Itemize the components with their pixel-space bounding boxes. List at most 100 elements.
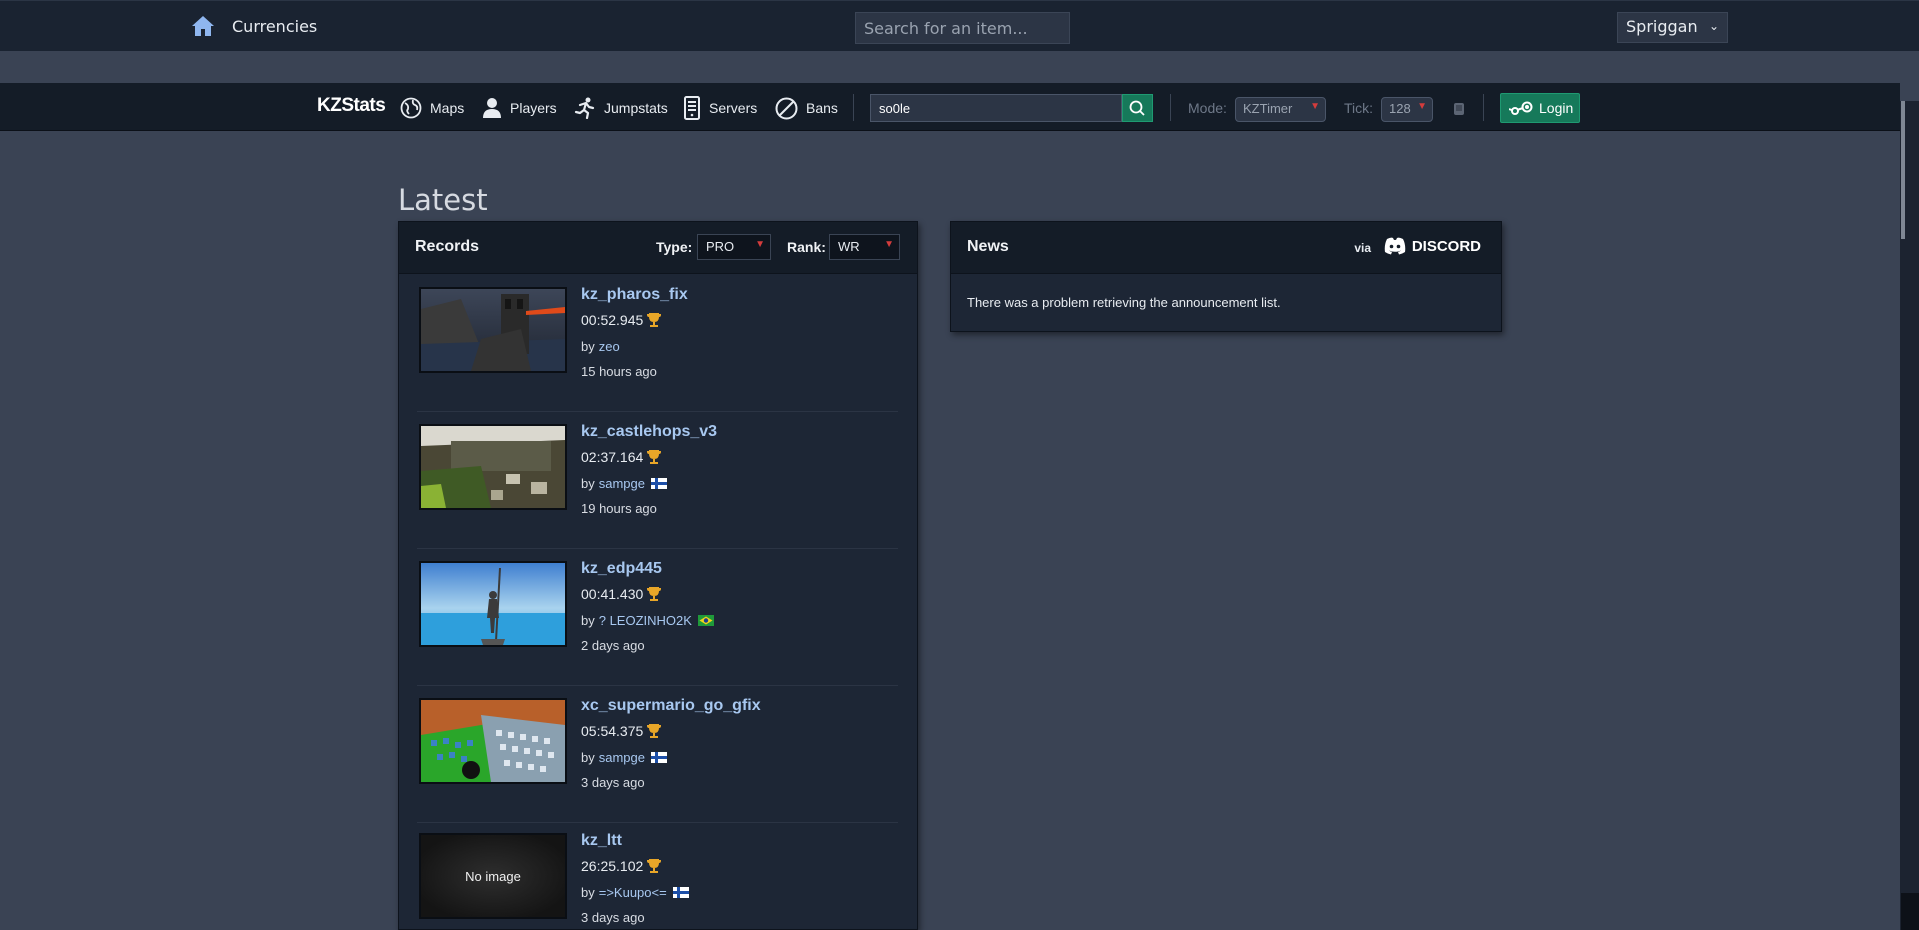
steam-icon	[1509, 101, 1533, 115]
nav-divider	[1170, 94, 1171, 121]
item-search-input[interactable]	[855, 12, 1070, 44]
nav-divider	[853, 94, 854, 121]
map-thumbnail[interactable]	[419, 698, 567, 784]
finland-flag-icon	[650, 478, 667, 489]
record-map-link[interactable]: xc_supermario_go_gfix	[581, 697, 761, 715]
page-gap	[0, 51, 1919, 83]
record-ago: 15 hours ago	[581, 364, 657, 379]
page-title: Latest	[398, 183, 488, 217]
record-map-link[interactable]: kz_edp445	[581, 560, 662, 578]
trophy-icon	[647, 450, 662, 464]
brand-logo[interactable]: KZStats	[317, 95, 386, 117]
scrollbar-thumb[interactable]	[1901, 101, 1905, 239]
news-panel: News via DISCORD There was a problem ret…	[950, 221, 1502, 332]
nav-servers[interactable]: Servers	[683, 96, 758, 120]
record-time-value: 02:37.164	[581, 449, 644, 465]
caret-down-icon: ▼	[1310, 101, 1320, 112]
by-prefix: by	[581, 885, 595, 900]
tick-select-value: 128	[1389, 101, 1411, 116]
nav-servers-label: Servers	[709, 100, 758, 116]
player-link[interactable]: sampge	[599, 476, 645, 491]
person-icon	[483, 98, 501, 118]
rank-select[interactable]: WR ▼	[829, 234, 900, 260]
tick-label: Tick:	[1344, 100, 1374, 116]
record-time-value: 00:41.430	[581, 586, 644, 602]
by-prefix: by	[581, 750, 595, 765]
records-title: Records	[415, 238, 480, 255]
home-icon[interactable]	[191, 15, 217, 39]
record-time: 05:54.375	[581, 723, 662, 739]
tick-select[interactable]: 128 ▼	[1381, 97, 1433, 122]
finland-flag-icon	[672, 887, 689, 898]
nav-players[interactable]: Players	[482, 97, 557, 119]
news-panel-header: News via DISCORD	[951, 222, 1501, 274]
record-item: kz_castlehops_v3 02:37.164 by sampge 19 …	[417, 412, 898, 549]
scrollbar-corner	[1901, 893, 1919, 930]
trophy-icon	[647, 859, 662, 873]
record-item: kz_pharos_fix 00:52.945 by zeo 15 hours …	[417, 275, 898, 412]
record-item: kz_edp445 00:41.430 by ? LEOZINHO2K 2 da…	[417, 549, 898, 686]
record-item: No image kz_ltt 26:25.102 by =>Kuupo<= 3…	[417, 823, 898, 930]
map-thumbnail[interactable]: No image	[419, 833, 567, 919]
record-player: by ? LEOZINHO2K	[581, 613, 714, 628]
nav-divider	[1483, 94, 1484, 121]
nav-maps[interactable]: Maps	[400, 97, 464, 119]
type-select[interactable]: PRO ▼	[697, 234, 771, 260]
by-prefix: by	[581, 476, 595, 491]
search-button[interactable]	[1122, 94, 1153, 122]
player-link[interactable]: ? LEOZINHO2K	[599, 613, 692, 628]
league-select[interactable]: Spriggan ⌄	[1617, 12, 1728, 43]
kzstats-navbar: KZStats Maps Players Jumpstats Servers B…	[0, 83, 1900, 131]
currencies-link[interactable]: Currencies	[232, 17, 317, 36]
record-ago: 3 days ago	[581, 775, 645, 790]
server-icon	[684, 96, 700, 120]
record-time: 00:52.945	[581, 312, 662, 328]
map-thumbnail[interactable]	[419, 424, 567, 510]
rank-label: Rank:	[787, 239, 826, 255]
by-prefix: by	[581, 613, 595, 628]
record-ago: 19 hours ago	[581, 501, 657, 516]
player-link[interactable]: zeo	[599, 339, 620, 354]
caret-down-icon: ▼	[755, 239, 765, 250]
theme-toggle-icon[interactable]	[1453, 101, 1465, 120]
map-thumbnail[interactable]	[419, 287, 567, 373]
record-ago: 2 days ago	[581, 638, 645, 653]
by-prefix: by	[581, 339, 595, 354]
nav-bans-label: Bans	[806, 100, 838, 116]
login-label: Login	[1539, 100, 1574, 116]
nav-maps-label: Maps	[430, 100, 465, 116]
record-map-link[interactable]: kz_pharos_fix	[581, 286, 688, 304]
record-item: xc_supermario_go_gfix 05:54.375 by sampg…	[417, 686, 898, 823]
player-search-input[interactable]	[870, 94, 1122, 122]
nav-players-label: Players	[510, 100, 557, 116]
record-player: by sampge	[581, 476, 667, 491]
globe-icon	[400, 97, 422, 119]
record-time-value: 26:25.102	[581, 858, 644, 874]
discord-wordmark: DISCORD	[1411, 237, 1481, 255]
rank-select-value: WR	[838, 239, 860, 254]
trophy-icon	[647, 313, 662, 327]
map-thumbnail[interactable]	[419, 561, 567, 647]
record-map-link[interactable]: kz_castlehops_v3	[581, 423, 717, 441]
mode-select[interactable]: KZTimer ▼	[1235, 97, 1326, 122]
record-player: by sampge	[581, 750, 667, 765]
league-select-value: Spriggan	[1626, 17, 1698, 36]
runner-icon	[574, 97, 595, 119]
record-map-link[interactable]: kz_ltt	[581, 832, 622, 850]
login-button[interactable]: Login	[1500, 93, 1580, 123]
record-player: by =>Kuupo<=	[581, 885, 689, 900]
player-link[interactable]: =>Kuupo<=	[599, 885, 667, 900]
discord-logo[interactable]: DISCORD	[1384, 237, 1481, 255]
trophy-icon	[647, 587, 662, 601]
record-time: 00:41.430	[581, 586, 662, 602]
record-time-value: 00:52.945	[581, 312, 644, 328]
no-image-placeholder: No image	[421, 835, 565, 917]
nav-bans[interactable]: Bans	[775, 97, 838, 119]
mode-select-value: KZTimer	[1243, 101, 1293, 116]
nav-jumpstats[interactable]: Jumpstats	[574, 97, 668, 119]
record-time: 26:25.102	[581, 858, 662, 874]
record-time-value: 05:54.375	[581, 723, 644, 739]
player-link[interactable]: sampge	[599, 750, 645, 765]
record-player: by zeo	[581, 339, 620, 354]
type-label: Type:	[656, 239, 693, 255]
